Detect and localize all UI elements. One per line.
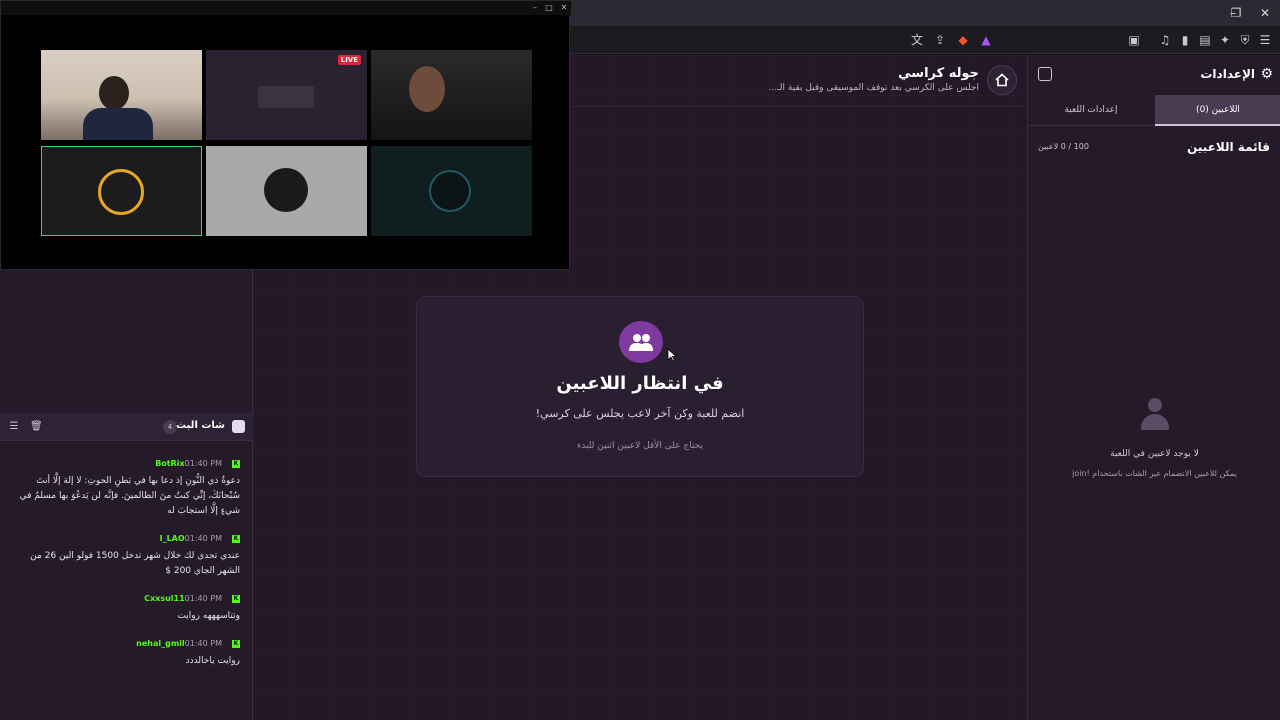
chat-count-badge: 4 <box>163 420 177 434</box>
page-subtitle: اجلس على الكرسي بعد توقف الموسيقى وقبل ب… <box>768 83 979 93</box>
chat-username[interactable]: BotRix <box>155 459 184 468</box>
users-icon <box>619 321 663 363</box>
chat-text: عندي تحدي لك خلال شهر تدخل 1500 فولو الي… <box>30 551 240 576</box>
chat-title: شات البث <box>176 420 225 431</box>
page-title: جوله كراسي <box>898 66 979 81</box>
vpn-shield-icon[interactable]: ⛨ <box>1236 31 1254 49</box>
settings-tabs: اللاعبين (0) إعدادات اللعبة <box>1028 95 1280 126</box>
settings-title: الإعدادات <box>1200 67 1255 81</box>
players-count: 100 / 0 لاعبين <box>1038 142 1089 151</box>
home-icon <box>995 73 1009 87</box>
chat-text: دعوةُ ذي النُّونِ إذ دعا بها في بَطنِ ال… <box>19 476 240 516</box>
chat-message: Knehal_gmil01:40 PM روايت ياخالددد <box>15 639 240 669</box>
wallet-icon[interactable]: ▤ <box>1196 31 1214 49</box>
user-placeholder-icon <box>1140 398 1170 432</box>
waiting-description: انضم للعبة وكن آخر لاعب يجلس على كرسي! <box>535 407 745 420</box>
waiting-card: في انتظار اللاعبين انضم للعبة وكن آخر لا… <box>416 296 864 477</box>
brave-rewards-icon[interactable]: ▲ <box>977 31 995 49</box>
restore-window-icon[interactable]: ❐ <box>1227 4 1245 22</box>
chat-text: وتتاسهههه روايت <box>177 611 240 621</box>
maximize-icon[interactable]: □ <box>543 2 555 14</box>
video-tile-active[interactable] <box>41 146 202 236</box>
chat-time: 01:40 PM <box>184 639 222 648</box>
live-badge: LIVE <box>337 55 361 65</box>
chat-username[interactable]: I_LAO <box>160 534 185 543</box>
ai-star-icon[interactable]: ✦ <box>1216 31 1234 49</box>
kick-badge-icon: K <box>232 594 240 603</box>
settings-header: ⚙ الإعدادات <box>1028 55 1280 95</box>
empty-players-description: يمكن للاعبين الانضمام عبر الشات باستخدام… <box>1072 469 1237 478</box>
video-tile[interactable] <box>371 50 532 140</box>
chat-time: 01:40 PM <box>184 459 222 468</box>
music-icon[interactable]: ♫ <box>1156 31 1174 49</box>
close-window-icon[interactable]: ✕ <box>1256 4 1274 22</box>
kick-badge-icon: K <box>232 534 240 543</box>
participant-body <box>83 108 153 140</box>
chat-time: 01:40 PM <box>184 534 222 543</box>
video-tile[interactable] <box>206 146 367 236</box>
shared-screen-dialog <box>258 86 314 108</box>
chat-time: 01:40 PM <box>184 594 222 603</box>
screenshot-icon[interactable]: ▣ <box>1125 31 1143 49</box>
waiting-note: يحتاج على الأقل لاعبين اثنين للبدء <box>577 441 703 451</box>
tab-players[interactable]: اللاعبين (0) <box>1155 95 1280 126</box>
chat-message: K I_LAO01:40 PM عندي تحدي لك خلال شهر تدخ… <box>15 534 240 579</box>
trash-icon[interactable]: 🗑 <box>30 421 43 433</box>
video-tile[interactable] <box>371 146 532 236</box>
batman-avatar-icon <box>264 168 308 212</box>
empty-players-title: لا يوجد لاعبين في اللعبة <box>1110 449 1199 459</box>
waiting-title: في انتظار اللاعبين <box>556 373 724 394</box>
video-tile-screen-share[interactable]: LIVE <box>206 50 367 140</box>
chat-message: K BotRix01:40 PM دعوةُ ذي النُّونِ إذ دعا… <box>15 459 240 519</box>
video-window-titlebar[interactable]: – □ ✕ <box>1 1 571 15</box>
kick-badge-icon: K <box>232 459 240 468</box>
translate-icon[interactable]: 文 <box>908 31 926 49</box>
kick-badge-icon: K <box>232 639 240 648</box>
sidebar-icon[interactable]: ▮ <box>1176 31 1194 49</box>
video-call-window[interactable]: – □ ✕ LIVE <box>0 0 571 270</box>
tab-game-settings[interactable]: إعدادات اللعبة <box>1028 95 1154 126</box>
team-logo-icon <box>429 170 471 212</box>
chat-text: روايت ياخالددد <box>185 656 240 666</box>
home-button[interactable] <box>987 65 1017 95</box>
mouse-cursor-icon <box>667 348 677 362</box>
align-icon[interactable]: ☰ <box>8 421 20 433</box>
chat-message: K Cxxsul1101:40 PM وتتاسهههه روايت <box>15 594 240 624</box>
menu-icon[interactable]: ☰ <box>1256 31 1274 49</box>
kick-avatar-icon <box>98 169 144 215</box>
share-icon[interactable]: ⇪ <box>931 31 949 49</box>
chat-username[interactable]: nehal_gmil <box>136 639 185 648</box>
participant-avatar <box>99 76 129 110</box>
minimize-icon[interactable]: – <box>529 2 541 14</box>
video-tile[interactable] <box>41 50 202 140</box>
collapse-panel-icon[interactable] <box>1038 67 1052 81</box>
gear-icon: ⚙ <box>1260 66 1273 82</box>
chat-logo-icon <box>232 420 245 433</box>
players-list-title: قائمة اللاعبين <box>1187 140 1270 154</box>
brave-shield-icon[interactable]: ◆ <box>954 31 972 49</box>
settings-panel: ⚙ الإعدادات اللاعبين (0) إعدادات اللعبة … <box>1027 55 1280 720</box>
close-icon[interactable]: ✕ <box>558 2 570 14</box>
chat-username[interactable]: Cxxsul11 <box>144 594 185 603</box>
chat-header: شات البث 4 🗑 ☰ <box>0 413 253 441</box>
participant-avatar <box>409 66 445 112</box>
